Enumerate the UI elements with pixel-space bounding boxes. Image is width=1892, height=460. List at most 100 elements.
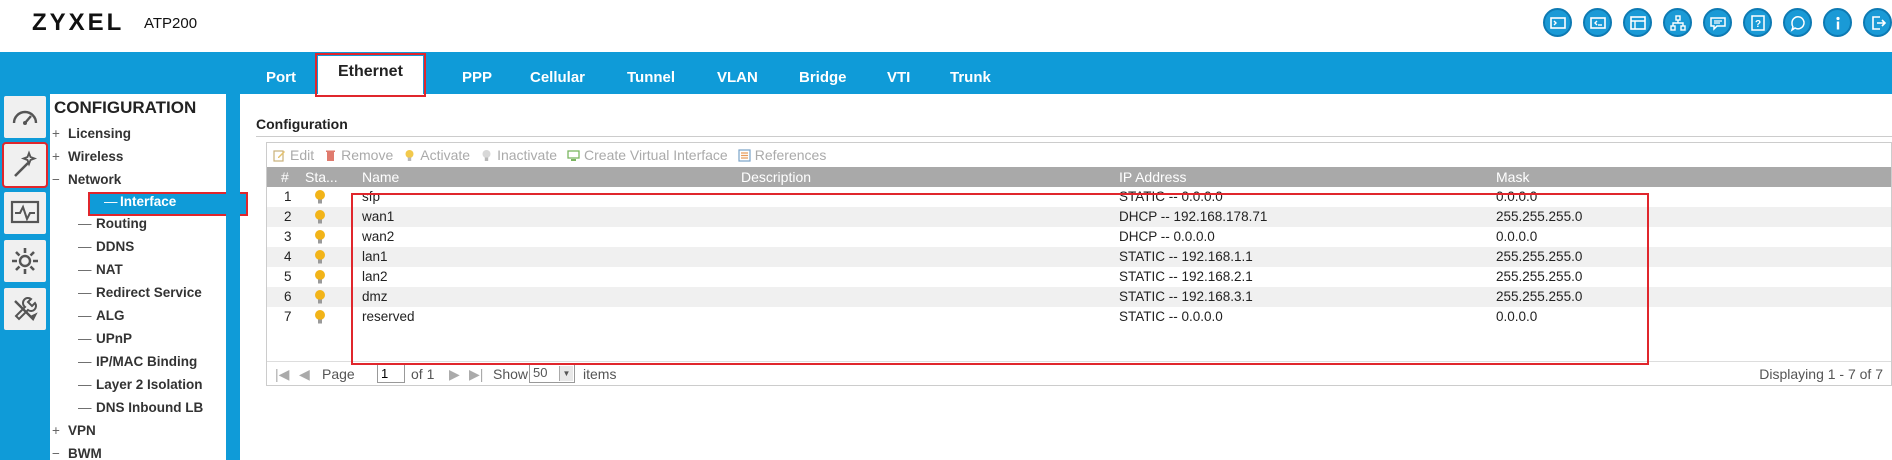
dashboard-window-icon[interactable] (1623, 8, 1652, 37)
nav-item-interface[interactable]: — Interface (88, 192, 248, 216)
nav-splitter[interactable] (226, 94, 240, 460)
tree-branch-icon: — (78, 354, 92, 369)
table-row[interactable]: 1 sfp STATIC -- 0.0.0.0 0.0.0.0 (267, 187, 1891, 207)
left-icon-strip (0, 94, 50, 460)
page-size-select[interactable]: 50 ▼ (529, 364, 575, 383)
nav-item-label: Wireless (68, 149, 124, 164)
page-size-value: 50 (533, 365, 548, 380)
collapse-icon[interactable]: − (52, 446, 68, 460)
row-mask: 255.255.255.0 (1496, 249, 1583, 264)
nav-item-layer2-isolation[interactable]: — Layer 2 Isolation (78, 377, 203, 397)
expand-icon[interactable]: + (52, 423, 68, 438)
chevron-down-icon: ▼ (559, 366, 573, 381)
grid-toolbar: Edit Remove Activate Inactivate Create V… (267, 143, 1891, 167)
col-header-name[interactable]: Name (362, 169, 399, 185)
table-row[interactable]: 6 dmz STATIC -- 192.168.3.1 255.255.255.… (267, 287, 1891, 307)
nav-item-redirect-service[interactable]: — Redirect Service (78, 285, 202, 305)
col-header-ip[interactable]: IP Address (1119, 169, 1186, 185)
info-icon[interactable] (1823, 8, 1852, 37)
nav-item-network[interactable]: − Network (52, 172, 121, 192)
configuration-wand-icon[interactable] (2, 142, 48, 188)
col-header-description[interactable]: Description (741, 169, 811, 185)
next-page-icon[interactable]: ▶ (449, 366, 460, 383)
status-bulb-icon (315, 190, 325, 204)
last-page-icon[interactable]: ▶| (469, 366, 483, 383)
tab-trunk[interactable]: Trunk (950, 52, 991, 94)
row-ip: STATIC -- 0.0.0.0 (1119, 189, 1223, 204)
nav-item-upnp[interactable]: — UPnP (78, 331, 132, 351)
status-bulb-icon (315, 270, 325, 284)
expand-icon[interactable]: + (52, 126, 68, 141)
table-row[interactable]: 7 reserved STATIC -- 0.0.0.0 0.0.0.0 (267, 307, 1891, 327)
remove-button[interactable]: Remove (324, 147, 393, 163)
row-ip: DHCP -- 0.0.0.0 (1119, 229, 1215, 244)
col-header-num[interactable]: # (281, 169, 289, 185)
tree-branch-icon: — (78, 262, 92, 277)
edit-button[interactable]: Edit (273, 147, 314, 163)
tree-branch-icon: — (78, 400, 92, 415)
nav-item-label: DDNS (96, 239, 135, 254)
col-header-status[interactable]: Sta... (305, 169, 338, 185)
prev-page-icon[interactable]: ◀ (299, 366, 310, 383)
nav-item-ddns[interactable]: — DDNS (78, 239, 134, 259)
row-num: 4 (284, 249, 292, 264)
chat-icon[interactable] (1703, 8, 1732, 37)
page-of-label: of 1 (411, 366, 435, 382)
dashboard-gauge-icon[interactable] (4, 96, 46, 138)
nav-item-vpn[interactable]: + VPN (52, 423, 96, 443)
nav-item-alg[interactable]: — ALG (78, 308, 125, 328)
cli-icon[interactable] (1583, 8, 1612, 37)
row-name: wan2 (362, 229, 395, 244)
nav-item-ip-mac-binding[interactable]: — IP/MAC Binding (78, 354, 197, 374)
tab-cellular[interactable]: Cellular (530, 52, 585, 94)
nav-item-dns-inbound-lb[interactable]: — DNS Inbound LB (78, 400, 203, 420)
nav-item-licensing[interactable]: + Licensing (52, 126, 131, 146)
expand-icon[interactable]: + (52, 149, 68, 164)
tree-branch-icon: — (104, 194, 118, 209)
row-name: lan2 (362, 269, 388, 284)
network-map-icon[interactable] (1663, 8, 1692, 37)
edit-label: Edit (290, 147, 315, 163)
maintenance-gear-icon[interactable] (4, 240, 46, 282)
nav-item-routing[interactable]: — Routing (78, 216, 147, 236)
logout-icon[interactable] (1863, 8, 1892, 37)
table-row[interactable]: 2 wan1 DHCP -- 192.168.178.71 255.255.25… (267, 207, 1891, 227)
collapse-icon[interactable]: − (52, 172, 68, 187)
show-label: Show (493, 366, 529, 382)
nav-item-wireless[interactable]: + Wireless (52, 149, 123, 169)
tab-vti[interactable]: VTI (887, 52, 910, 94)
tab-bridge[interactable]: Bridge (799, 52, 847, 94)
help-book-icon[interactable]: ? (1743, 8, 1772, 37)
table-row[interactable]: 4 lan1 STATIC -- 192.168.1.1 255.255.255… (267, 247, 1891, 267)
edit-icon (273, 149, 285, 162)
first-page-icon[interactable]: |◀ (275, 366, 289, 383)
col-header-mask[interactable]: Mask (1496, 169, 1529, 185)
row-mask: 0.0.0.0 (1496, 309, 1538, 324)
tab-tunnel[interactable]: Tunnel (627, 52, 675, 94)
tools-wrench-icon[interactable] (4, 288, 46, 330)
remove-label: Remove (341, 147, 394, 163)
top-icon-bar: ? (1543, 8, 1892, 37)
row-ip: DHCP -- 192.168.178.71 (1119, 209, 1268, 224)
row-name: dmz (362, 289, 388, 304)
tab-port[interactable]: Port (266, 52, 296, 94)
nav-item-nat[interactable]: — NAT (78, 262, 123, 282)
table-row[interactable]: 3 wan2 DHCP -- 0.0.0.0 0.0.0.0 (267, 227, 1891, 247)
inactivate-button[interactable]: Inactivate (480, 147, 557, 163)
nav-item-bwm[interactable]: − BWM (52, 446, 102, 460)
console-icon[interactable] (1543, 8, 1572, 37)
page-number-input[interactable] (377, 364, 405, 383)
svg-text:?: ? (1754, 19, 1760, 30)
tab-ppp[interactable]: PPP (462, 52, 492, 94)
activate-button[interactable]: Activate (403, 147, 470, 163)
monitor-pulse-icon[interactable] (4, 192, 46, 234)
tab-vlan[interactable]: VLAN (717, 52, 758, 94)
references-button[interactable]: References (738, 147, 827, 163)
references-label: References (754, 147, 827, 163)
row-num: 7 (284, 309, 292, 324)
table-row[interactable]: 5 lan2 STATIC -- 192.168.2.1 255.255.255… (267, 267, 1891, 287)
support-icon[interactable] (1783, 8, 1812, 37)
tab-ethernet[interactable]: Ethernet (315, 53, 426, 97)
nav-item-label: Routing (96, 216, 147, 231)
create-virtual-interface-button[interactable]: Create Virtual Interface (567, 147, 728, 163)
